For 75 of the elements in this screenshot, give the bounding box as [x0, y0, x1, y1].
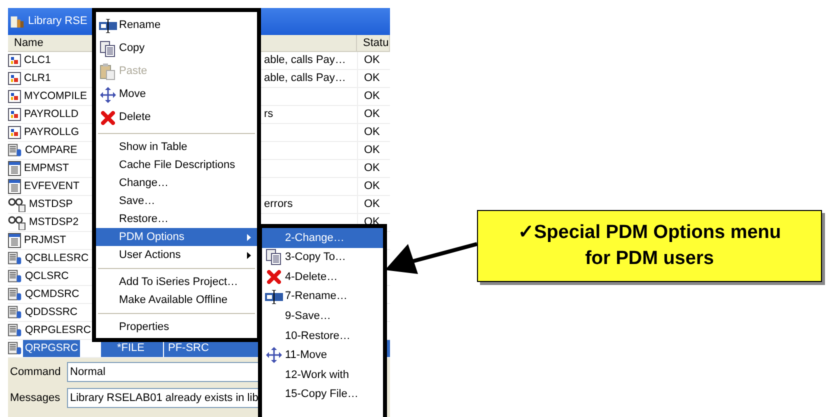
callout-text: for PDM users — [585, 247, 714, 271]
menu-item[interactable]: 3-Copy To… — [262, 248, 383, 268]
delete-icon — [100, 110, 114, 124]
table-cell-text: PAYROLLD — [23, 106, 80, 122]
menu-item[interactable]: 7-Rename… — [262, 286, 383, 306]
table-cell-text: OK — [364, 89, 380, 104]
menu-item[interactable]: Change… — [96, 174, 257, 192]
table-cell-text: MYCOMPILE — [23, 88, 88, 104]
column-header[interactable]: Statu — [357, 35, 390, 51]
menu-item[interactable]: Move — [96, 83, 257, 106]
source-file-icon — [8, 323, 22, 338]
source-file-icon — [8, 143, 22, 158]
table-cell-text: errors — [264, 197, 293, 212]
table-cell-text: PAYROLLG — [23, 124, 80, 140]
menu-item[interactable]: Properties — [96, 318, 257, 336]
source-file-icon — [8, 287, 22, 302]
menu-item[interactable]: Delete — [96, 106, 257, 129]
window-title: Library RSE — [28, 14, 88, 30]
table-cell-text: OK — [364, 125, 380, 140]
submenu-arrow-icon — [247, 252, 251, 258]
copy-icon — [266, 249, 282, 266]
table-cell-text: OK — [364, 161, 380, 176]
table-cell-text: QCBLLESRC — [24, 250, 90, 266]
table-cell-text: OK — [364, 179, 380, 194]
menu-item[interactable]: Cache File Descriptions — [96, 156, 257, 174]
menu-item[interactable]: Restore… — [96, 210, 257, 228]
callout-text: ✓Special PDM Options menu — [518, 221, 782, 245]
table-cell-text: able, calls Pay… — [264, 71, 346, 86]
move-arrows-icon — [100, 86, 116, 102]
table-cell-text: OK — [364, 143, 380, 158]
menu-item[interactable]: 2-Change… — [262, 228, 383, 248]
menu-item[interactable]: 9-Save… — [262, 306, 383, 326]
table-cell-text: MSTDSP2 — [28, 214, 80, 230]
menu-item[interactable]: User Actions — [96, 246, 257, 264]
table-cell-text: EVFEVENT — [23, 178, 80, 194]
table-cell-text: QCMDSRC — [24, 286, 80, 302]
menu-item[interactable]: PDM Options — [96, 228, 257, 246]
table-cell-text: QRPGLESRC — [24, 322, 92, 338]
table-cell-text: CLC1 — [23, 52, 52, 68]
table-cell-text: OK — [364, 71, 380, 86]
table-cell-text: EMPMST — [23, 160, 70, 176]
table-cell: QRPGSRC — [23, 340, 80, 357]
table-cell-text: QCLSRC — [24, 268, 70, 284]
table-cell-text: QDDSSRC — [24, 304, 79, 320]
source-file-icon — [8, 269, 22, 284]
delete-icon — [266, 270, 280, 284]
menu-item[interactable]: Save… — [96, 192, 257, 210]
source-file-icon — [8, 251, 22, 266]
menu-item[interactable]: Show in Table — [96, 138, 257, 156]
clipboard-icon — [100, 63, 115, 80]
table-cell-text: OK — [364, 53, 380, 68]
table-cell-text: COMPARE — [24, 142, 78, 158]
field-label: Command — [10, 364, 62, 380]
move-arrows-icon — [266, 347, 282, 364]
table-cell-text: OK — [364, 107, 380, 122]
table-cell-text: able, calls Pay… — [264, 53, 346, 68]
submenu-arrow-icon — [247, 234, 251, 240]
text-cursor-icon — [98, 18, 116, 32]
table-cell-text: CLR1 — [23, 70, 52, 86]
table-cell-text: OK — [364, 197, 380, 212]
text-cursor-icon — [264, 290, 282, 304]
menu-item[interactable]: 10-Restore… — [262, 326, 383, 346]
menu-item[interactable]: Make Available Offline — [96, 291, 257, 309]
table-cell-text: rs — [264, 107, 274, 122]
copy-icon — [100, 40, 116, 56]
field-label: Messages — [10, 390, 62, 406]
menu-item[interactable]: Rename — [96, 14, 257, 37]
library-icon — [10, 14, 26, 30]
menu-item[interactable]: 4-Delete… — [262, 267, 383, 287]
table-cell-text: PRJMST — [23, 232, 67, 248]
menu-item[interactable]: Copy — [96, 37, 257, 60]
source-file-icon — [8, 341, 22, 356]
table-cell-text: MSTDSP — [28, 196, 74, 212]
menu-item[interactable]: Add To iSeries Project… — [96, 273, 257, 291]
source-file-icon — [8, 305, 22, 320]
